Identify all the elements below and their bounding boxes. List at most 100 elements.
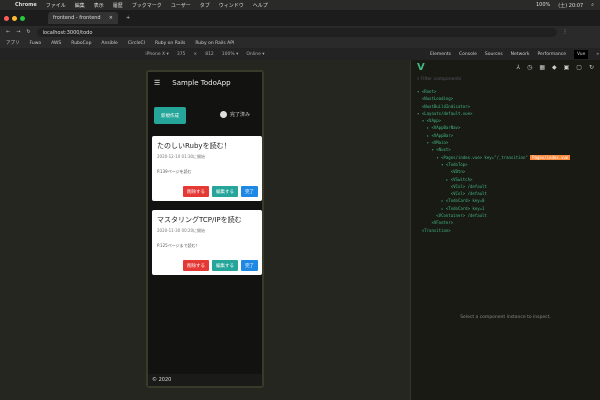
new-todo-button[interactable]: 新規作成 — [154, 107, 186, 124]
completed-toggle-label: 完了済み — [230, 112, 251, 118]
tab-elements[interactable]: Elements — [430, 52, 451, 57]
node-label: <Transition> — [417, 227, 451, 233]
component-tree-node[interactable]: <VBtn> — [417, 168, 594, 175]
component-tree: ▾ <Root> <NuxtLoading> <NuxtBuildIndicat… — [411, 84, 600, 238]
performance-icon[interactable]: ▣ — [564, 64, 570, 71]
extensions-icon[interactable]: ⋮ — [563, 29, 568, 35]
tab-performance[interactable]: Performance — [537, 52, 566, 57]
components-icon[interactable]: ⅄ — [516, 64, 520, 71]
todo-date: 2020-11-30 00:20に開始 — [157, 228, 206, 233]
menu-window[interactable]: ウィンドウ — [219, 2, 244, 9]
menu-chrome[interactable]: Chrome — [15, 2, 37, 8]
todo-date: 2020-12-10 01:30に開始 — [157, 154, 206, 159]
node-label: <VCol> /default — [417, 183, 487, 189]
height-input[interactable]: 812 — [205, 52, 214, 57]
component-tree-node[interactable]: ▾ <Root> — [417, 88, 594, 95]
completed-toggle[interactable]: 完了済み — [220, 111, 250, 118]
tab-network[interactable]: Network — [511, 52, 530, 57]
refresh-icon[interactable]: ↻ — [589, 64, 594, 71]
component-tree-node[interactable]: <Transition> — [417, 227, 594, 234]
component-tree-node[interactable]: ▸ <VAppBar> — [417, 132, 594, 139]
browser-tab[interactable]: frontend - frontend × — [48, 12, 118, 24]
back-icon[interactable]: ← — [6, 29, 10, 35]
done-button[interactable]: 完了 — [241, 186, 258, 197]
component-tree-node[interactable]: ▾ <Layouts/default.vue> — [417, 110, 594, 117]
menu-view[interactable]: 表示 — [94, 2, 104, 9]
routing-icon[interactable]: ◆ — [552, 64, 557, 71]
todo-card: たのしいRubyを読む！ 2020-12-10 01:30に開始 P.139ペー… — [152, 136, 262, 201]
component-tree-node[interactable]: ▸ <TodoCard> key=0 — [417, 197, 594, 204]
maximize-window-button[interactable] — [20, 15, 25, 21]
settings-icon[interactable]: ▢ — [576, 64, 582, 71]
new-tab-button[interactable]: + — [126, 15, 130, 21]
tab-bar: frontend - frontend × + — [0, 10, 600, 26]
bookmark-fuwo[interactable]: Fuwo — [30, 41, 42, 46]
delete-button[interactable]: 削除する — [183, 186, 209, 197]
component-tree-node[interactable]: <VFooter> — [417, 219, 594, 226]
component-tree-node[interactable]: <VContainer> /default — [417, 212, 594, 219]
bookmark-apps[interactable]: アプリ — [6, 40, 20, 46]
tab-title: frontend - frontend — [53, 15, 101, 21]
bookmark-ansible[interactable]: Ansible — [101, 41, 117, 46]
mac-menubar: Chrome ファイル 編集 表示 履歴 ブックマーク ユーザー タブ ウィンド… — [0, 0, 600, 10]
menu-help[interactable]: ヘルプ — [253, 2, 268, 9]
menu-icon[interactable]: ☰ — [154, 79, 160, 87]
inspect-hint: Select a component instance to inspect. — [460, 315, 551, 320]
vuex-icon[interactable]: ◷ — [527, 64, 532, 71]
network-select[interactable]: Online ▾ — [246, 52, 264, 57]
node-label: ▸ <VSwitch> — [417, 176, 473, 182]
component-tree-node[interactable]: ▾ <Pages/index.vue> key="/_transition" P… — [417, 154, 594, 161]
tab-vue[interactable]: Vue — [574, 49, 589, 59]
component-tree-node[interactable]: ▾ <TodoTop> — [417, 161, 594, 168]
zoom-select[interactable]: 100% ▾ — [222, 52, 239, 57]
delete-button[interactable]: 削除する — [183, 260, 209, 271]
node-label: ▸ <TodoCard> key=0 — [417, 198, 485, 204]
device-select[interactable]: iPhone X ▾ — [145, 52, 168, 57]
node-label: ▾ <TodoTop> — [417, 161, 468, 167]
bookmark-circleci[interactable]: CircleCI — [128, 41, 145, 46]
todo-memo: P.125ページまで読む！ — [157, 243, 200, 248]
node-label: <VFooter> — [417, 220, 454, 226]
component-tree-node[interactable]: ▸ <VSwitch> — [417, 176, 594, 183]
events-icon[interactable]: ▦ — [539, 64, 545, 71]
component-tree-node[interactable]: ▾ <VMain> — [417, 139, 594, 146]
dimension-separator: × — [193, 51, 198, 57]
minimize-window-button[interactable] — [12, 15, 17, 21]
tab-more[interactable]: » — [596, 52, 599, 57]
menu-tab[interactable]: タブ — [200, 2, 210, 9]
bookmark-rails-api[interactable]: Ruby on Rails API — [195, 41, 234, 46]
close-tab-icon[interactable]: × — [109, 15, 113, 21]
reload-icon[interactable]: ↻ — [26, 29, 30, 35]
search-icon[interactable]: ⌕ — [591, 2, 594, 9]
edit-button[interactable]: 編集する — [212, 260, 238, 271]
bookmark-rails[interactable]: Ruby on Rails — [155, 41, 185, 46]
node-label: ▾ <VApp> — [417, 118, 442, 124]
menu-user[interactable]: ユーザー — [171, 2, 191, 9]
close-window-button[interactable] — [4, 15, 9, 21]
component-tree-node[interactable]: <NuxtBuildIndicator> — [417, 103, 594, 110]
component-tree-node[interactable]: ▸ <VAppBarNav> — [417, 124, 594, 131]
component-tree-node[interactable]: <VCol> /default — [417, 190, 594, 197]
tab-sources[interactable]: Sources — [485, 52, 503, 57]
app-title: Sample TodoApp — [172, 79, 231, 87]
tab-console[interactable]: Console — [459, 52, 477, 57]
url-input[interactable]: localhost:3000/todo — [36, 27, 557, 37]
edit-button[interactable]: 編集する — [212, 186, 238, 197]
bookmark-aws[interactable]: AWS — [51, 41, 61, 46]
forward-icon[interactable]: → — [16, 29, 20, 35]
node-label: ▾ <VMain> — [417, 140, 449, 146]
menu-edit[interactable]: 編集 — [75, 2, 85, 9]
component-filter-input[interactable]: ⌕ Filter components — [411, 74, 600, 84]
bookmark-rubocop[interactable]: RuboCop — [71, 41, 91, 46]
component-tree-node[interactable]: ▾ <Nuxt> — [417, 146, 594, 153]
component-tree-node[interactable]: ▾ <VApp> — [417, 117, 594, 124]
node-label: ▾ <Root> — [417, 89, 437, 94]
component-tree-node[interactable]: <NuxtLoading> — [417, 95, 594, 102]
menu-bookmarks[interactable]: ブックマーク — [132, 2, 162, 9]
width-input[interactable]: 375 — [177, 52, 186, 57]
component-tree-node[interactable]: ▸ <TodoCard> key=1 — [417, 205, 594, 212]
component-tree-node[interactable]: <VCol> /default — [417, 183, 594, 190]
menu-history[interactable]: 履歴 — [113, 2, 123, 9]
menu-file[interactable]: ファイル — [46, 2, 66, 9]
done-button[interactable]: 完了 — [241, 260, 258, 271]
